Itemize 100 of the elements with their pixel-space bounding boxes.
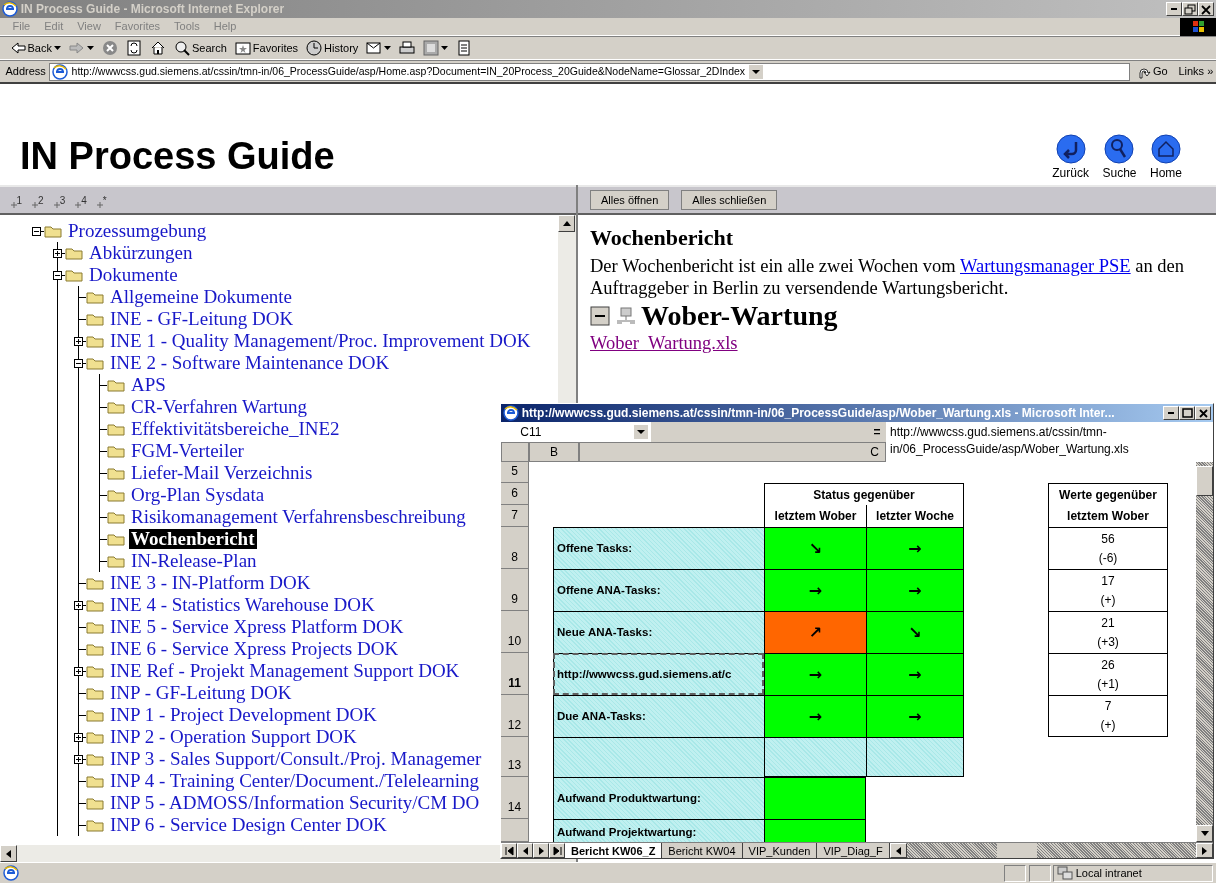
collapse-icon[interactable] [73, 358, 83, 368]
tree-item[interactable]: INE 2 - Software Maintenance DOK [108, 353, 392, 373]
tree-item[interactable]: Dokumente [87, 265, 180, 285]
formula-text: http://wwwcss.gud.siemens.at/cssin/tmn-in/06_ProcessGuide/asp/Wober_Wartung.xls [889, 424, 1130, 458]
close-button[interactable] [1198, 2, 1214, 16]
search-button[interactable]: Suche [1098, 134, 1141, 183]
row-header[interactable]: 9 [501, 569, 529, 611]
file-link[interactable]: Wober_Wartung.xls [590, 333, 738, 353]
select-all-button[interactable] [501, 442, 529, 462]
tree-item[interactable]: INP 6 - Service Design Center DOK [108, 815, 389, 835]
tree-item[interactable]: INP 1 - Project Development DOK [108, 705, 379, 725]
folder-icon [107, 400, 125, 414]
tree-item[interactable]: FGM-Verteiler [129, 441, 246, 461]
scrollbar[interactable] [889, 843, 1213, 858]
tree-item[interactable]: INP 3 - Sales Support/Consult./Proj. Managemer [108, 749, 484, 769]
row-header[interactable]: 12 [501, 695, 529, 737]
scroll-thumb[interactable] [996, 843, 1037, 858]
value-text: 26 [1101, 656, 1115, 674]
tree-item[interactable]: INP - GF-Leitung DOK [108, 683, 294, 703]
address-field[interactable]: http://wwwcss.gud.siemens.at/cssin/tmn-in/06_ProcessGuide/asp/Home.asp?Document=IN_20Process_20Guide&NodeName=Glossar_2DIndex [48, 62, 1131, 81]
tree-item[interactable]: Wochenbericht [129, 529, 257, 549]
tree-item[interactable]: Prozessumgebung [66, 221, 209, 241]
tree-item[interactable]: INP 4 - Training Center/Document./Telelearning [108, 771, 481, 791]
collapse-icon[interactable] [31, 226, 41, 236]
row-header[interactable]: 13 [501, 737, 529, 777]
go-button[interactable]: Go [1132, 63, 1172, 80]
collapse-icon[interactable] [52, 270, 62, 280]
tree-item[interactable]: INP 2 - Operation Support DOK [108, 727, 359, 747]
row-header[interactable]: 5 [501, 462, 529, 483]
history-button[interactable]: History [302, 39, 363, 57]
home-button[interactable]: Home [1146, 134, 1186, 183]
tree-action-button[interactable]: Alles schließen [681, 189, 778, 211]
column-header[interactable]: B [529, 442, 579, 462]
tree-item[interactable]: INE 3 - IN-Platform DOK [108, 573, 313, 593]
row-header[interactable]: 11 [501, 653, 529, 695]
value-text: 56 [1101, 530, 1115, 548]
tree-item[interactable]: INE - GF-Leitung DOK [108, 309, 296, 329]
close-button[interactable] [1195, 406, 1211, 420]
expand-icon[interactable] [73, 336, 83, 346]
minimize-button[interactable] [1166, 2, 1182, 16]
expand-icon[interactable] [52, 248, 62, 258]
minimize-button[interactable] [1163, 406, 1179, 420]
back-button[interactable]: Back [5, 39, 65, 57]
row-header[interactable]: 8 [501, 527, 529, 569]
tree-item[interactable]: Liefer-Mail Verzeichnis [129, 463, 315, 483]
tree-item[interactable]: INE 4 - Statistics Warehouse DOK [108, 595, 377, 615]
expand-level-button[interactable]: 4 [70, 192, 92, 208]
expand-level-button[interactable]: 2 [27, 192, 49, 208]
folder-icon [107, 444, 125, 458]
search-icon [173, 40, 190, 56]
collapse-icon[interactable] [590, 305, 610, 326]
tree-item[interactable]: INE 5 - Service Xpress Platform DOK [108, 617, 406, 637]
folder-icon [107, 422, 125, 436]
change-text: (-6) [1098, 549, 1118, 567]
tree-item[interactable]: Abkürzungen [87, 243, 195, 263]
tree-item[interactable]: CR-Verfahren Wartung [129, 397, 309, 417]
last-sheet-button[interactable] [549, 843, 565, 858]
row-header[interactable]: 14 [501, 777, 529, 819]
tree-item[interactable]: INE Ref - Projekt Management Support DOK [108, 661, 462, 681]
scroll-thumb[interactable] [1196, 466, 1213, 496]
row-header[interactable]: 6 [501, 483, 529, 505]
previous-sheet-button[interactable] [517, 843, 533, 858]
tree-item[interactable]: IN-Release-Plan [129, 551, 259, 571]
tree-item[interactable]: Org-Plan Sysdata [129, 485, 267, 505]
value-text: 17 [1101, 572, 1115, 590]
search-button[interactable]: Search [169, 39, 231, 57]
expand-icon[interactable] [73, 732, 83, 742]
scrollbar[interactable] [1196, 462, 1213, 842]
folder-icon [107, 488, 125, 502]
expand-level-button[interactable]: 3 [48, 192, 71, 208]
tree-item[interactable]: INE 6 - Service Xpress Projects DOK [108, 639, 401, 659]
folder-icon [86, 752, 104, 766]
address-label: Address [5, 64, 46, 80]
links-button[interactable]: Links » [1174, 63, 1216, 80]
tree-item[interactable]: Allgemeine Dokumente [108, 287, 295, 307]
first-sheet-button[interactable] [501, 843, 517, 858]
sheet-tab[interactable]: Bericht KW06_Z [565, 843, 663, 858]
tree-item[interactable]: Effektivitätsbereiche_INE2 [129, 419, 342, 439]
tree-item[interactable]: APS [129, 375, 168, 395]
tree-item[interactable]: INE 1 - Quality Management/Proc. Improvement DOK [108, 331, 533, 351]
folder-icon [86, 312, 104, 326]
link[interactable]: Wartungsmanager PSE [960, 256, 1131, 276]
favorites-button[interactable]: Favorites [230, 39, 303, 57]
expand-level-button[interactable]: * [91, 192, 112, 208]
tree-item[interactable]: INP 5 - ADMOSS/Information Security/CM DO [108, 793, 482, 813]
row-header[interactable]: 10 [501, 611, 529, 653]
expand-icon[interactable] [73, 754, 83, 764]
tree-action-button[interactable]: Alles öffnen [590, 189, 670, 211]
expand-level-button[interactable]: 1 [5, 192, 28, 208]
expand-icon[interactable] [73, 600, 83, 610]
up-arrow-icon [562, 221, 571, 226]
next-sheet-button[interactable] [533, 843, 549, 858]
maximize-button[interactable] [1179, 406, 1195, 420]
back-button[interactable]: Zurück [1048, 134, 1093, 183]
restore-button[interactable] [1182, 2, 1198, 16]
expand-icon[interactable] [73, 666, 83, 676]
value-text: 7 [1104, 698, 1112, 715]
column-header[interactable]: C [579, 442, 886, 462]
tree-item[interactable]: Risikomanagement Verfahrensbeschreibung [129, 507, 468, 527]
row-header[interactable]: 7 [501, 505, 529, 527]
